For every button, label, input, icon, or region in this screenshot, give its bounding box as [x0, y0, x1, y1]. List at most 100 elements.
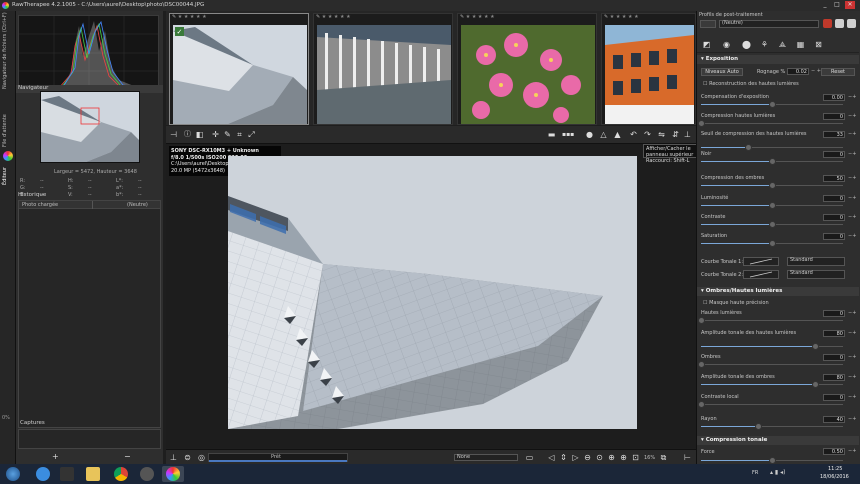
slider-track[interactable] [698, 120, 843, 127]
slider-track[interactable] [701, 343, 843, 350]
tc-section-header[interactable]: ▾ Compression tonale [697, 436, 859, 445]
slider-knob[interactable] [769, 202, 776, 209]
straighten-icon[interactable]: ⤢ [246, 129, 257, 140]
curve2-button[interactable] [743, 270, 779, 279]
slider-knob[interactable] [698, 361, 705, 368]
clock-date[interactable]: 18/06/2016 [820, 474, 849, 480]
toggle-right-panel-icon[interactable]: ⊢ [682, 452, 693, 463]
slider-value-input[interactable]: 40 [823, 416, 845, 423]
slider-knob[interactable] [769, 158, 776, 165]
snapshots-list[interactable] [18, 429, 161, 449]
flip-vertical-icon[interactable]: ⇵ [670, 129, 681, 140]
language-indicator[interactable]: FR [752, 470, 758, 476]
slider-value-input[interactable]: 0 [823, 214, 845, 221]
rotate-left-icon[interactable]: ↶ [628, 129, 639, 140]
tab-editor[interactable]: Éditeur [2, 163, 14, 185]
slider-knob[interactable] [769, 182, 776, 189]
history-list[interactable]: Photo chargée (Neutre) [18, 200, 161, 428]
flip-horizontal-icon[interactable]: ⇋ [656, 129, 667, 140]
tab-file-browser[interactable]: Navigateur de fichiers (Ctrl+F) [2, 12, 14, 89]
slider-spinner[interactable]: −+ [848, 94, 856, 100]
tab-color-icon[interactable]: ⬤ [741, 39, 752, 50]
slider-knob[interactable] [698, 120, 705, 127]
toggle-bottom-panel-icon[interactable]: ⊥ [168, 452, 179, 463]
snapshots-header[interactable]: Captures [18, 420, 45, 428]
tab-transform-icon[interactable]: ⟁ [777, 39, 788, 50]
tray-icons[interactable]: ▴ ▮ ◂) [770, 469, 785, 476]
slider-track[interactable] [698, 317, 843, 324]
slider-spinner[interactable]: −+ [848, 151, 856, 157]
auto-levels-button[interactable]: Niveaux Auto [701, 68, 743, 76]
remove-snapshot-button[interactable]: − [124, 452, 131, 461]
tab-advanced-icon[interactable]: ⚘ [759, 39, 770, 50]
main-image[interactable] [228, 156, 637, 429]
minimize-button[interactable]: _ [820, 1, 830, 9]
slider-track[interactable] [701, 381, 843, 388]
slider-value-input[interactable]: 50 [823, 175, 845, 182]
zoom-100-icon[interactable]: ⊙ [594, 452, 605, 463]
highlight-recon-check[interactable]: ☐ Reconstruction des hautes lumières [703, 81, 799, 87]
slider-value-input[interactable]: 0 [823, 354, 845, 361]
slider-knob[interactable] [769, 221, 776, 228]
toggle-left-panel-icon[interactable]: ⊣ [168, 129, 179, 140]
tab-detail-icon[interactable]: ◉ [721, 39, 732, 50]
hand-tool-icon[interactable]: ✛ [210, 129, 221, 140]
slider-value-input[interactable]: 80 [823, 330, 845, 337]
slider-knob[interactable] [811, 343, 819, 350]
curve2-mode-select[interactable]: Standard [787, 270, 845, 279]
slider-value-input[interactable]: 0 [823, 394, 845, 401]
slider-spinner[interactable]: −+ [848, 175, 856, 181]
paste-profile-icon[interactable] [823, 19, 832, 28]
taskbar-media2[interactable] [136, 466, 158, 482]
slider-spinner[interactable]: −+ [848, 394, 856, 400]
sh-section-header[interactable]: ▾ Ombres/Hautes lumières [697, 287, 859, 296]
tab-exposure-icon[interactable]: ◩ [701, 39, 712, 50]
slider-track[interactable] [701, 182, 843, 189]
navigator-preview[interactable] [40, 91, 140, 163]
slider-spinner[interactable]: −+ [848, 214, 856, 220]
crop-icon[interactable]: ⌗ [234, 129, 245, 140]
focus-mask-icon[interactable]: ● [584, 129, 595, 140]
add-snapshot-button[interactable]: + [52, 452, 59, 461]
clip-spinner[interactable]: − + [811, 68, 821, 74]
output-profile-select[interactable]: None [454, 454, 518, 461]
slider-knob[interactable] [769, 240, 776, 247]
new-window-icon[interactable]: ⧉ [658, 452, 669, 463]
slider-knob[interactable] [698, 401, 705, 408]
save-profile-icon[interactable] [847, 19, 856, 28]
slider-spinner[interactable]: −+ [848, 113, 856, 119]
slider-knob[interactable] [754, 423, 762, 430]
taskbar-ie[interactable] [32, 466, 54, 482]
slider-spinner[interactable]: −+ [848, 131, 856, 137]
history-header[interactable]: Historique [16, 192, 46, 200]
slider-value-input[interactable]: 33 [823, 131, 845, 138]
softproof-icon[interactable]: ▭ [524, 452, 535, 463]
exposure-section-header[interactable]: ▾ Exposition [697, 55, 859, 64]
profile-lock-button[interactable] [700, 20, 716, 28]
tc-force-knob[interactable] [769, 457, 776, 464]
thumbnail-3[interactable]: ✎ ★ ★ ★ ★ ★ [457, 13, 597, 125]
color-picker-icon[interactable]: ✎ [222, 129, 233, 140]
curve1-button[interactable] [743, 257, 779, 266]
tab-metadata-icon[interactable]: ⊠ [813, 39, 824, 50]
nav-sync-icon[interactable]: ⇕ [558, 452, 569, 463]
tc-force-spinner[interactable]: −+ [848, 448, 856, 454]
toggle-top-panel-icon[interactable]: ⊥ [682, 129, 693, 140]
taskbar-chrome[interactable] [110, 466, 132, 482]
slider-value-input[interactable]: 0 [823, 151, 845, 158]
slider-track[interactable] [701, 202, 843, 209]
slider-track[interactable] [701, 158, 843, 165]
channel-rgb-icon[interactable]: ▪▪▪ [562, 129, 574, 140]
slider-value-input[interactable]: 80 [823, 374, 845, 381]
nav-prev-icon[interactable]: ◁ [546, 452, 557, 463]
thumbnail-4[interactable]: ✎ ★ ★ ★ ★ ★ [601, 13, 696, 125]
rotate-right-icon[interactable]: ↷ [642, 129, 653, 140]
slider-spinner[interactable]: −+ [848, 195, 856, 201]
zoom-full-icon[interactable]: ⊡ [630, 452, 641, 463]
slider-value-input[interactable]: 0 [823, 233, 845, 240]
slider-spinner[interactable]: −+ [848, 354, 856, 360]
lock-icon[interactable]: ⊜ [182, 452, 193, 463]
taskbar-rawtherapee[interactable] [162, 466, 184, 482]
slider-spinner[interactable]: −+ [848, 310, 856, 316]
clock-time[interactable]: 11:25 [828, 466, 842, 472]
